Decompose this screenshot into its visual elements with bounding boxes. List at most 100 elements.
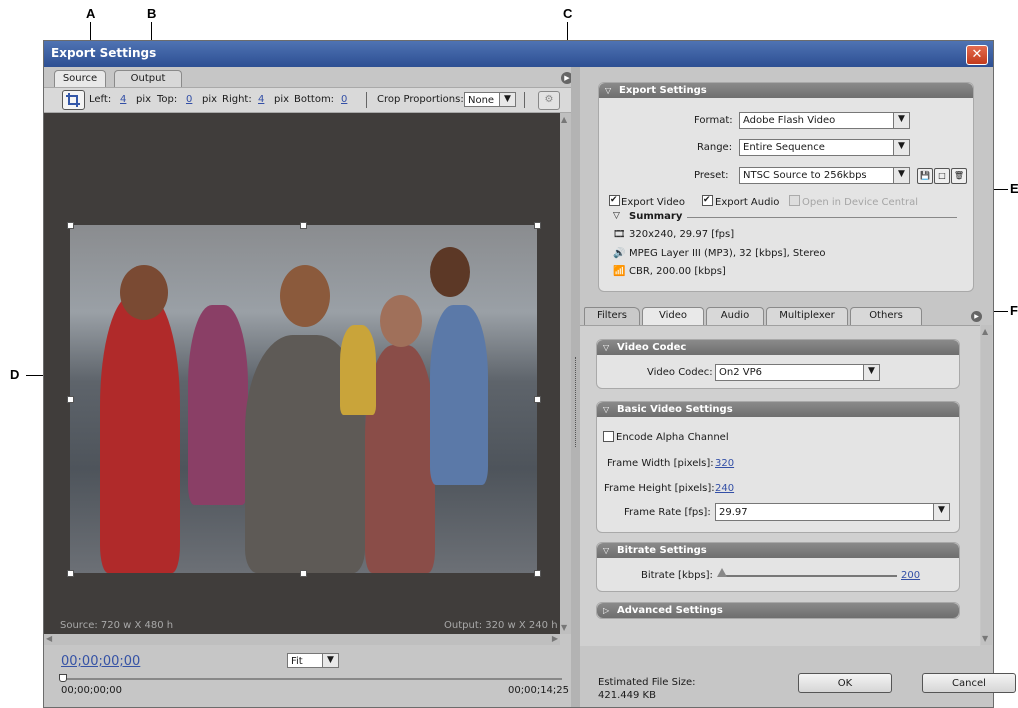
preview-vertical-scrollbar[interactable]: ▲ ▼ — [560, 113, 571, 634]
encode-alpha-label: Encode Alpha Channel — [616, 432, 729, 443]
crop-handle-t[interactable] — [300, 222, 307, 229]
timeline-track[interactable] — [61, 678, 562, 680]
bitrate-settings-header[interactable]: Bitrate Settings ▽ — [597, 543, 959, 558]
tabs-menu-button[interactable]: ▶ — [971, 311, 982, 322]
collapse-icon[interactable]: ▽ — [603, 543, 609, 558]
encode-alpha-checkbox[interactable] — [603, 431, 614, 442]
advanced-settings-panel: Advanced Settings ▷ — [596, 602, 960, 619]
delete-preset-button[interactable]: 🗑 — [951, 168, 967, 184]
current-timecode[interactable]: 00;00;00;00 — [61, 654, 140, 669]
crop-handle-tl[interactable] — [67, 222, 74, 229]
summary-toggle-icon[interactable]: ▽ — [613, 211, 620, 221]
scroll-down-icon[interactable]: ▼ — [561, 623, 567, 632]
frame-height-value[interactable]: 240 — [715, 483, 734, 494]
callout-b: B — [147, 6, 157, 21]
scroll-up-icon[interactable]: ▲ — [561, 115, 567, 124]
crop-right-label: Right: — [222, 94, 252, 105]
callout-f: F — [1010, 303, 1018, 318]
bitrate-label: Bitrate [kbps]: — [641, 570, 713, 581]
frame-width-value[interactable]: 320 — [715, 458, 734, 469]
crop-handle-br[interactable] — [534, 570, 541, 577]
splitter-grip[interactable] — [575, 357, 577, 447]
playhead-icon[interactable] — [59, 674, 67, 682]
cancel-button[interactable]: Cancel — [922, 673, 1016, 693]
tab-multiplexer[interactable]: Multiplexer — [766, 307, 848, 325]
callout-a: A — [86, 6, 96, 21]
range-select[interactable]: Entire Sequence ▼ — [739, 139, 910, 156]
collapse-icon[interactable]: ▽ — [605, 83, 611, 98]
ok-button[interactable]: OK — [798, 673, 892, 693]
crop-top-value[interactable]: 0 — [186, 94, 192, 105]
advanced-settings-header[interactable]: Advanced Settings ▷ — [597, 603, 959, 618]
frame-rate-select[interactable]: 29.97 ▼ — [715, 503, 950, 521]
crop-left-unit: pix — [136, 94, 152, 105]
scroll-right-icon[interactable]: ▶ — [552, 634, 558, 643]
close-button[interactable]: ✕ — [966, 45, 988, 65]
preview-figure — [280, 265, 330, 327]
summary-label: Summary — [629, 211, 683, 222]
toolbar-divider-2 — [524, 92, 525, 108]
pane-splitter[interactable] — [571, 67, 580, 707]
export-settings-window: Export Settings ✕ Source Output ▶ Left: … — [43, 40, 1016, 708]
format-label: Format: — [694, 115, 733, 126]
tab-audio[interactable]: Audio — [706, 307, 764, 325]
bitrate-slider-thumb[interactable] — [717, 568, 727, 577]
crop-handle-bl[interactable] — [67, 570, 74, 577]
output-dimensions: Output: 320 w X 240 h — [444, 620, 558, 631]
crop-handle-b[interactable] — [300, 570, 307, 577]
crop-icon — [66, 93, 80, 107]
source-dimensions: Source: 720 w X 480 h — [60, 620, 174, 631]
crop-handle-l[interactable] — [67, 396, 74, 403]
crop-bottom-label: Bottom: — [294, 94, 335, 105]
collapse-icon[interactable]: ▽ — [603, 340, 609, 355]
chevron-down-icon: ▼ — [893, 168, 909, 183]
basic-video-settings-header[interactable]: Basic Video Settings ▽ — [597, 402, 959, 417]
frame-height-label: Frame Height [pixels]: — [604, 483, 715, 494]
tab-source[interactable]: Source — [54, 70, 106, 88]
crop-tool-button[interactable] — [62, 90, 85, 110]
crop-handle-r[interactable] — [534, 396, 541, 403]
tab-video[interactable]: Video — [642, 307, 704, 325]
preview-canvas: Source: 720 w X 480 h Output: 320 w X 24… — [44, 113, 560, 634]
scroll-up-icon[interactable]: ▲ — [982, 327, 988, 336]
zoom-select[interactable]: Fit ▼ — [287, 653, 339, 668]
preview-figure — [188, 305, 248, 505]
crop-top-label: Top: — [157, 94, 178, 105]
chevron-down-icon: ▼ — [499, 93, 515, 106]
expand-icon[interactable]: ▷ — [603, 603, 609, 618]
chevron-down-icon: ▼ — [863, 365, 879, 380]
collapse-icon[interactable]: ▽ — [603, 402, 609, 417]
settings-vertical-scrollbar[interactable]: ▲ ▼ — [981, 325, 992, 645]
preset-value: NTSC Source to 256kbps — [743, 170, 867, 181]
crop-right-value[interactable]: 4 — [258, 94, 264, 105]
video-codec-header[interactable]: Video Codec ▽ — [597, 340, 959, 355]
tab-output[interactable]: Output — [114, 70, 182, 88]
import-preset-button[interactable]: □ — [934, 168, 950, 184]
format-select[interactable]: Adobe Flash Video ▼ — [739, 112, 910, 129]
preview-figure — [380, 295, 422, 347]
preview-horizontal-scrollbar[interactable]: ◀ ▶ — [44, 634, 560, 645]
scroll-down-icon[interactable]: ▼ — [982, 634, 988, 643]
bitrate-slider-track[interactable] — [721, 575, 897, 577]
crop-handle-tr[interactable] — [534, 222, 541, 229]
export-settings-panel: Export Settings ▽ Format: Adobe Flash Vid… — [598, 82, 974, 292]
crop-options-button[interactable]: ⚙ — [538, 91, 560, 110]
scroll-left-icon[interactable]: ◀ — [46, 634, 52, 643]
preview-figure — [430, 305, 488, 485]
crop-left-value[interactable]: 4 — [120, 94, 126, 105]
tab-filters[interactable]: Filters — [584, 307, 640, 325]
preset-label: Preset: — [694, 170, 729, 181]
estimated-size-label: Estimated File Size: — [598, 677, 696, 688]
callout-d: D — [10, 367, 20, 382]
save-preset-button[interactable]: 💾 — [917, 168, 933, 184]
export-audio-checkbox[interactable]: ✔ — [702, 195, 713, 206]
crop-bottom-value[interactable]: 0 — [341, 94, 347, 105]
bitrate-value[interactable]: 200 — [901, 570, 920, 581]
crop-proportions-select[interactable]: None ▼ — [464, 92, 516, 107]
chevron-down-icon: ▼ — [933, 504, 949, 520]
export-video-checkbox[interactable]: ✔ — [609, 195, 620, 206]
preset-select[interactable]: NTSC Source to 256kbps ▼ — [739, 167, 910, 184]
frame-width-label: Frame Width [pixels]: — [607, 458, 714, 469]
tab-others[interactable]: Others — [850, 307, 922, 325]
video-codec-select[interactable]: On2 VP6 ▼ — [715, 364, 880, 381]
